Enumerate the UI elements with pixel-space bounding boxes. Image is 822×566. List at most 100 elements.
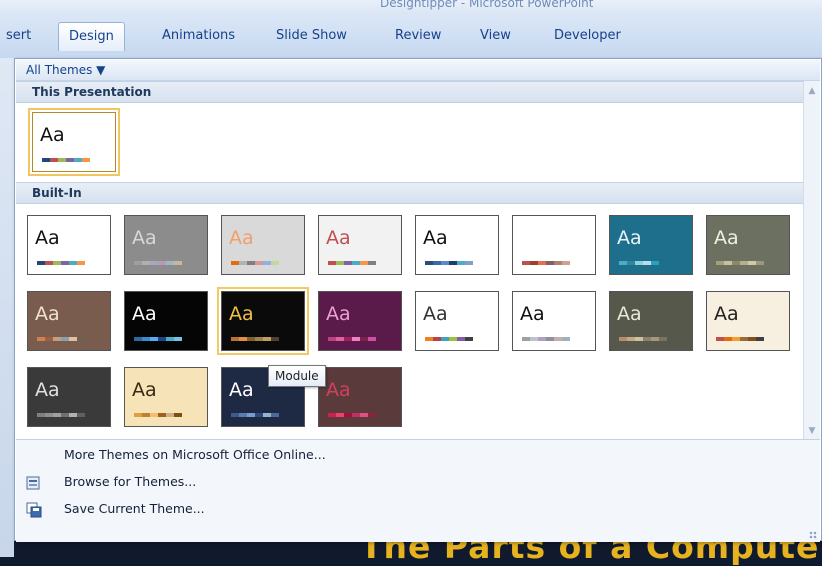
theme-thumbnail[interactable]: Aa: [318, 215, 402, 275]
resize-grip[interactable]: [809, 531, 817, 539]
save-current-theme-item[interactable]: Save Current Theme...: [26, 498, 806, 522]
theme-thumbnail[interactable]: Aa: [318, 367, 402, 427]
color-swatch: [619, 261, 627, 265]
theme-thumbnail[interactable]: Aa: [318, 291, 402, 351]
current-theme-thumbnail[interactable]: Aa: [28, 108, 120, 176]
theme-sample-text: Aa: [229, 303, 254, 325]
tab-review[interactable]: Review: [385, 22, 451, 50]
tab-insert[interactable]: sert: [0, 22, 41, 50]
color-swatch: [74, 158, 82, 162]
tab-design[interactable]: Design: [58, 22, 125, 51]
theme-thumbnail[interactable]: Aa: [221, 215, 305, 275]
theme-thumbnail[interactable]: Aa: [415, 291, 499, 351]
theme-thumbnail[interactable]: Aa: [706, 215, 790, 275]
theme-thumbnail[interactable]: Aa: [609, 291, 693, 351]
color-swatch: [150, 413, 158, 417]
theme-sample-text: Aa: [423, 303, 448, 325]
theme-thumbnail[interactable]: Aa: [512, 291, 596, 351]
color-swatch: [158, 337, 166, 341]
color-swatch: [643, 337, 651, 341]
color-swatch: [37, 337, 45, 341]
color-swatch: [522, 337, 530, 341]
save-icon: [26, 502, 42, 518]
tab-view[interactable]: View: [470, 22, 521, 50]
color-swatch: [425, 337, 433, 341]
theme-thumbnail[interactable]: Aa: [124, 291, 208, 351]
color-swatch: [336, 413, 344, 417]
gallery-scrollbar[interactable]: ▲ ▼: [803, 81, 820, 441]
color-swatch: [457, 337, 465, 341]
tab-slide-show[interactable]: Slide Show: [266, 22, 357, 50]
color-swatch: [360, 261, 368, 265]
theme-sample-text: Aa: [40, 124, 65, 146]
theme-thumbnail[interactable]: Aa: [415, 215, 499, 275]
section-this-presentation: This Presentation: [16, 81, 804, 103]
theme-thumbnail[interactable]: Aa: [512, 215, 596, 275]
theme-sample-text: Aa: [35, 303, 60, 325]
color-swatch: [328, 337, 336, 341]
color-swatch: [134, 413, 142, 417]
color-swatch: [635, 337, 643, 341]
theme-color-swatches: [328, 337, 376, 341]
theme-thumbnail[interactable]: Aa: [609, 215, 693, 275]
color-swatch: [352, 337, 360, 341]
color-swatch: [368, 337, 376, 341]
color-swatch: [37, 261, 45, 265]
color-swatch: [627, 261, 635, 265]
ribbon-tab-strip: sert Design Animations Slide Show Review…: [0, 14, 822, 59]
tab-developer[interactable]: Developer: [544, 22, 631, 50]
color-swatch: [150, 337, 158, 341]
theme-thumbnail[interactable]: Aa: [124, 215, 208, 275]
color-swatch: [53, 413, 61, 417]
theme-sample-text: Aa: [326, 227, 351, 249]
browse-for-themes-item[interactable]: Browse for Themes...: [26, 471, 806, 495]
color-swatch: [360, 413, 368, 417]
theme-sample-text: Aa: [326, 379, 351, 401]
color-swatch: [538, 337, 546, 341]
theme-sample-text: Aa: [132, 303, 157, 325]
color-swatch: [166, 337, 174, 341]
theme-color-swatches: [522, 261, 570, 265]
theme-sample-text: Aa: [714, 303, 739, 325]
theme-color-swatches: [42, 158, 90, 162]
color-swatch: [174, 261, 182, 265]
theme-sample-text: Aa: [326, 303, 351, 325]
theme-thumbnail[interactable]: Aa: [217, 287, 309, 355]
theme-thumbnail[interactable]: Aa: [706, 291, 790, 351]
folder-icon: [26, 476, 40, 490]
color-swatch: [166, 413, 174, 417]
color-swatch: [53, 261, 61, 265]
color-swatch: [66, 158, 74, 162]
color-swatch: [659, 261, 667, 265]
color-swatch: [239, 337, 247, 341]
section-label: Built-In: [32, 186, 82, 200]
all-themes-filter[interactable]: All Themes ▼: [26, 63, 105, 77]
color-swatch: [328, 261, 336, 265]
tab-animations[interactable]: Animations: [152, 22, 245, 50]
theme-thumbnail[interactable]: Aa: [27, 215, 111, 275]
theme-color-swatches: [716, 261, 764, 265]
color-swatch: [651, 337, 659, 341]
color-swatch: [271, 261, 279, 265]
section-built-in: Built-In: [16, 182, 804, 204]
color-swatch: [239, 261, 247, 265]
scroll-up-arrow-icon[interactable]: ▲: [804, 83, 820, 99]
color-swatch: [651, 261, 659, 265]
window-title: Designtipper - Microsoft PowerPoint: [380, 0, 594, 10]
theme-sample-text: Aa: [617, 227, 642, 249]
theme-thumbnail[interactable]: Aa: [27, 367, 111, 427]
scroll-down-arrow-icon[interactable]: ▼: [804, 423, 820, 439]
color-swatch: [724, 261, 732, 265]
theme-color-swatches: [619, 337, 667, 341]
theme-thumbnail[interactable]: Aa: [124, 367, 208, 427]
color-swatch: [433, 261, 441, 265]
theme-thumbnail[interactable]: Aa: [27, 291, 111, 351]
color-swatch: [465, 261, 473, 265]
color-swatch: [441, 261, 449, 265]
color-swatch: [247, 261, 255, 265]
theme-color-swatches: [619, 261, 667, 265]
color-swatch: [82, 158, 90, 162]
color-swatch: [740, 261, 748, 265]
more-themes-online-item[interactable]: More Themes on Microsoft Office Online..…: [26, 444, 806, 468]
color-swatch: [255, 413, 263, 417]
